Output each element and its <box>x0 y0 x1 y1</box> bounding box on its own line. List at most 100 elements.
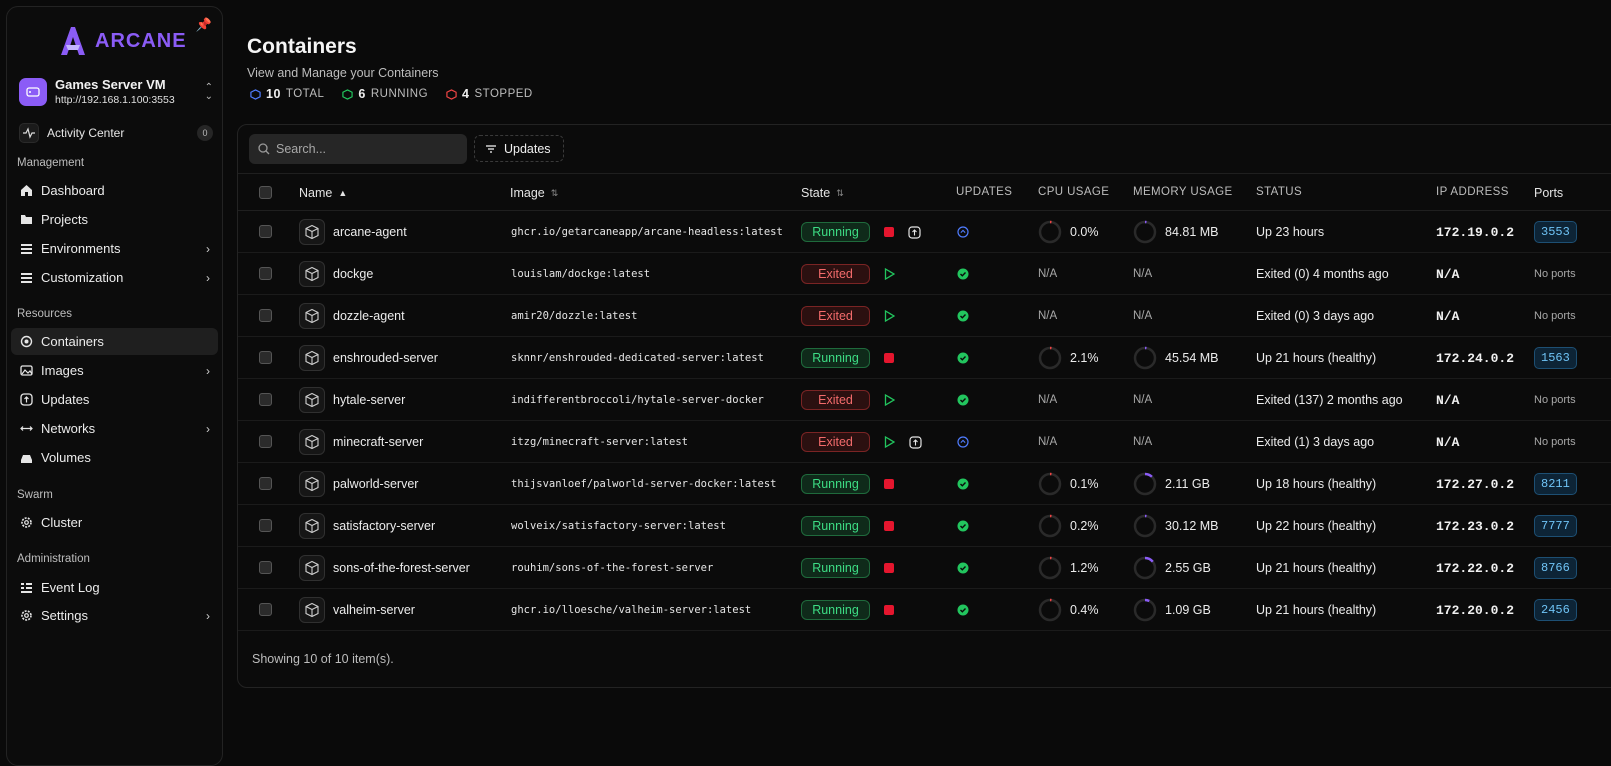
sidebar-item-customization[interactable]: Customization › <box>11 264 218 291</box>
container-name[interactable]: palworld-server <box>333 477 418 491</box>
container-name-cell[interactable]: satisfactory-server <box>299 505 435 547</box>
port-badge[interactable]: 1563 <box>1534 347 1577 369</box>
row-checkbox[interactable] <box>259 393 272 406</box>
info-circle-icon[interactable] <box>957 226 969 238</box>
info-circle-icon[interactable] <box>957 436 969 448</box>
search-input[interactable]: Search... <box>249 134 467 164</box>
table-row[interactable]: minecraft-server itzg/minecraft-server:l… <box>238 421 1611 463</box>
sidebar-item-dashboard[interactable]: Dashboard <box>11 177 218 204</box>
sidebar-item-cluster[interactable]: Cluster <box>11 509 218 536</box>
ip-address: 172.19.0.2 <box>1436 224 1515 240</box>
play-icon[interactable] <box>884 394 895 406</box>
port-badge[interactable]: 8211 <box>1534 473 1577 495</box>
port-badge[interactable]: 3553 <box>1534 221 1577 243</box>
cpu-usage: 0.4% <box>1038 598 1099 622</box>
stop-icon[interactable] <box>884 605 894 615</box>
sidebar-item-images[interactable]: Images › <box>11 357 218 384</box>
pin-sidebar-icon[interactable]: 📌 <box>196 17 212 33</box>
brand-logo[interactable]: ARCANE <box>57 25 187 57</box>
play-icon[interactable] <box>884 310 895 322</box>
stop-icon[interactable] <box>884 479 894 489</box>
table-row[interactable]: palworld-server thijsvanloef/palworld-se… <box>238 463 1611 505</box>
table-row[interactable]: hytale-server indifferentbroccoli/hytale… <box>238 379 1611 421</box>
sidebar-item-updates[interactable]: Updates <box>11 386 218 413</box>
sidebar-item-event-log[interactable]: Event Log <box>11 574 218 601</box>
row-checkbox[interactable] <box>259 603 272 616</box>
port-badge[interactable]: 7777 <box>1534 515 1577 537</box>
ip-address: N/A <box>1436 434 1460 450</box>
table-row[interactable]: dozzle-agent amir20/dozzle:latest Exited… <box>238 295 1611 337</box>
container-name[interactable]: minecraft-server <box>333 435 423 449</box>
container-name-cell[interactable]: enshrouded-server <box>299 337 438 379</box>
container-name-cell[interactable]: valheim-server <box>299 589 415 631</box>
container-name-cell[interactable]: arcane-agent <box>299 211 407 253</box>
play-icon[interactable] <box>884 268 895 280</box>
chevron-right-icon: › <box>206 363 210 378</box>
container-name-cell[interactable]: minecraft-server <box>299 421 423 463</box>
sidebar-item-projects[interactable]: Projects <box>11 206 218 233</box>
container-name-cell[interactable]: palworld-server <box>299 463 418 505</box>
update-action-icon[interactable] <box>908 225 921 239</box>
container-name-cell[interactable]: dozzle-agent <box>299 295 405 337</box>
sidebar-item-label: Projects <box>41 212 88 227</box>
container-name-cell[interactable]: hytale-server <box>299 379 405 421</box>
row-checkbox[interactable] <box>259 225 272 238</box>
ports-cell: No ports <box>1534 379 1576 421</box>
sidebar-item-networks[interactable]: Networks › <box>11 415 218 442</box>
sidebar-item-containers[interactable]: Containers <box>11 328 218 355</box>
stop-icon[interactable] <box>884 227 894 237</box>
sidebar-item-volumes[interactable]: Volumes <box>11 444 218 471</box>
row-checkbox[interactable] <box>259 477 272 490</box>
select-all-checkbox[interactable] <box>259 186 272 199</box>
table-row[interactable]: valheim-server ghcr.io/lloesche/valheim-… <box>238 589 1611 631</box>
table-row[interactable]: enshrouded-server sknnr/enshrouded-dedic… <box>238 337 1611 379</box>
status-text: Exited (0) 3 days ago <box>1256 309 1375 323</box>
table-row[interactable]: sons-of-the-forest-server rouhim/sons-of… <box>238 547 1611 589</box>
row-checkbox[interactable] <box>259 309 272 322</box>
container-name-cell[interactable]: dockge <box>299 253 373 295</box>
row-checkbox[interactable] <box>259 519 272 532</box>
filter-icon <box>486 144 496 153</box>
container-name-cell[interactable]: sons-of-the-forest-server <box>299 547 470 589</box>
stop-icon[interactable] <box>884 521 894 531</box>
container-name[interactable]: valheim-server <box>333 603 415 617</box>
sidebar-item-settings[interactable]: Settings › <box>11 602 218 629</box>
container-name[interactable]: enshrouded-server <box>333 351 438 365</box>
container-name[interactable]: hytale-server <box>333 393 405 407</box>
chevron-right-icon: › <box>206 241 210 256</box>
memory-cell: 30.12 MB <box>1133 505 1219 547</box>
container-name[interactable]: dockge <box>333 267 373 281</box>
updates-filter-button[interactable]: Updates <box>474 135 564 162</box>
state-badge: Exited <box>801 390 870 410</box>
activity-center[interactable]: Activity Center 0 <box>19 123 213 143</box>
cpu-usage: 1.2% <box>1038 556 1099 580</box>
update-action-icon[interactable] <box>909 435 922 449</box>
row-checkbox[interactable] <box>259 561 272 574</box>
memory-usage: 1.09 GB <box>1133 598 1211 622</box>
ip-address: N/A <box>1436 308 1460 324</box>
section-resources: Resources <box>17 308 72 320</box>
column-image[interactable]: Image ⇅ <box>510 186 558 200</box>
table-row[interactable]: satisfactory-server wolveix/satisfactory… <box>238 505 1611 547</box>
container-name[interactable]: dozzle-agent <box>333 309 405 323</box>
sidebar-item-label: Networks <box>41 421 96 436</box>
row-checkbox[interactable] <box>259 351 272 364</box>
table-row[interactable]: dockge louislam/dockge:latest Exited N/A… <box>238 253 1611 295</box>
activity-label: Activity Center <box>47 126 125 140</box>
table-row[interactable]: arcane-agent ghcr.io/getarcaneapp/arcane… <box>238 211 1611 253</box>
container-name[interactable]: arcane-agent <box>333 225 407 239</box>
row-checkbox[interactable] <box>259 435 272 448</box>
column-name[interactable]: Name ▲ <box>299 186 347 200</box>
container-name[interactable]: satisfactory-server <box>333 519 435 533</box>
update-status <box>957 547 969 589</box>
sidebar-item-environments[interactable]: Environments › <box>11 235 218 262</box>
container-name[interactable]: sons-of-the-forest-server <box>333 561 470 575</box>
play-icon[interactable] <box>884 436 895 448</box>
column-state[interactable]: State ⇅ <box>801 186 844 200</box>
stop-icon[interactable] <box>884 563 894 573</box>
environment-switcher[interactable]: Games Server VM http://192.168.1.100:355… <box>19 77 213 106</box>
row-checkbox[interactable] <box>259 267 272 280</box>
port-badge[interactable]: 2456 <box>1534 599 1577 621</box>
stop-icon[interactable] <box>884 353 894 363</box>
port-badge[interactable]: 8766 <box>1534 557 1577 579</box>
